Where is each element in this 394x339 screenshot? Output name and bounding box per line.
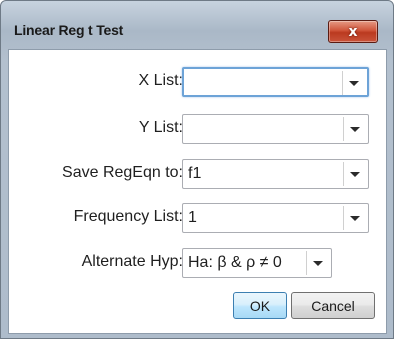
close-icon: x: [348, 23, 358, 40]
x-list-dropdown-button[interactable]: [342, 71, 365, 95]
frequency-list-combo[interactable]: 1: [182, 203, 369, 233]
frequency-list-label: Frequency List:: [73, 208, 183, 225]
x-list-label: X List:: [138, 72, 183, 89]
save-regeqn-label: Save RegEqn to:: [62, 164, 183, 181]
dialog-title: Linear Reg t Test: [14, 22, 124, 38]
y-list-combo[interactable]: [182, 114, 369, 144]
chevron-down-icon: [350, 126, 360, 132]
frequency-list-value: 1: [188, 209, 197, 226]
save-regeqn-dropdown-button[interactable]: [343, 162, 366, 186]
alternate-hyp-value: Ha: β & ρ ≠ 0: [188, 254, 282, 271]
save-regeqn-combo[interactable]: f1: [182, 159, 369, 189]
alternate-hyp-label: Alternate Hyp:: [81, 253, 183, 270]
close-button[interactable]: x: [328, 20, 378, 43]
dialog-window: Linear Reg t Test x X List: Y List: Save…: [0, 0, 394, 339]
cancel-button[interactable]: Cancel: [291, 292, 375, 319]
y-list-label: Y List:: [138, 119, 183, 136]
chevron-down-icon: [349, 80, 359, 86]
frequency-list-dropdown-button[interactable]: [343, 206, 366, 230]
alternate-hyp-combo[interactable]: Ha: β & ρ ≠ 0: [182, 248, 332, 278]
y-list-dropdown-button[interactable]: [343, 117, 366, 141]
x-list-combo[interactable]: [182, 67, 369, 97]
ok-button[interactable]: OK: [233, 292, 287, 319]
alternate-hyp-dropdown-button[interactable]: [306, 251, 329, 275]
chevron-down-icon: [313, 260, 323, 266]
save-regeqn-value: f1: [188, 165, 202, 182]
chevron-down-icon: [350, 215, 360, 221]
dialog-body: X List: Y List: Save RegEqn to: f1 Frequ…: [8, 49, 387, 334]
title-bar[interactable]: Linear Reg t Test x: [1, 1, 393, 43]
chevron-down-icon: [350, 171, 360, 177]
